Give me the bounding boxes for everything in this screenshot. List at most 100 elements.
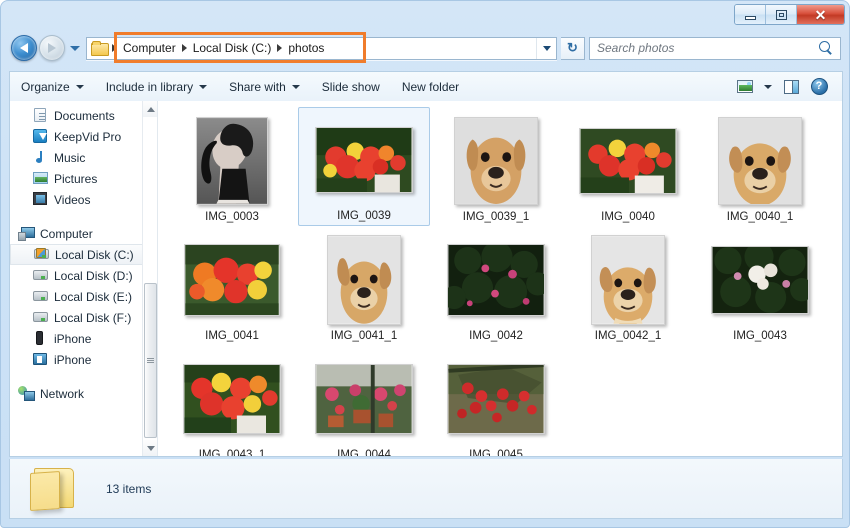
file-grid-row: IMG_0043_1 IMG_0044 IMG_0045 — [166, 345, 842, 456]
sidebar-scrollbar-thumb[interactable] — [144, 283, 157, 438]
toolbar-slide-show-button[interactable]: Slide show — [311, 75, 391, 99]
scroll-up-button[interactable] — [143, 101, 157, 117]
sidebar-item-documents[interactable]: Documents — [10, 105, 157, 126]
title-bar: ✕ — [1, 1, 849, 29]
sidebar-item-label: Network — [40, 386, 85, 401]
file-item-empty — [562, 345, 694, 456]
sidebar-item-iphone-device[interactable]: iPhone — [10, 328, 157, 349]
thumbnail-image — [184, 244, 280, 316]
chevron-down-icon — [764, 84, 772, 89]
sidebar-item-local-disk-c[interactable]: Local Disk (C:) — [10, 244, 157, 265]
sidebar-item-pictures[interactable]: Pictures — [10, 168, 157, 189]
sidebar-item-keepvid-pro[interactable]: KeepVid Pro — [10, 126, 157, 147]
breadcrumb-item-computer[interactable]: Computer — [118, 38, 181, 59]
back-button[interactable] — [11, 35, 37, 61]
sidebar-item-computer[interactable]: Computer — [10, 223, 157, 244]
change-view-dropdown-button[interactable] — [760, 76, 776, 98]
thumbnail-wrap — [183, 352, 281, 446]
search-input[interactable]: Search photos — [590, 41, 674, 55]
breadcrumb-item-local-disk-c[interactable]: Local Disk (C:) — [188, 38, 277, 59]
sidebar-item-label: Documents — [54, 108, 115, 123]
thumbnail-image — [315, 127, 413, 193]
sidebar-item-local-disk-f[interactable]: Local Disk (F:) — [10, 307, 157, 328]
file-item[interactable]: IMG_0044 — [298, 345, 430, 456]
toolbar-include-in-library-button[interactable]: Include in library — [95, 75, 218, 99]
toolbar-organize-button[interactable]: Organize — [10, 75, 95, 99]
drive-icon — [32, 289, 48, 304]
breadcrumb-item-photos[interactable]: photos — [283, 38, 329, 59]
sidebar-item-network[interactable]: Network — [10, 383, 157, 404]
toolbar-right-group: ? — [732, 76, 842, 98]
address-bar[interactable]: Computer Local Disk (C:) photos — [86, 36, 557, 60]
sidebar-item-local-disk-d[interactable]: Local Disk (D:) — [10, 265, 157, 286]
file-item[interactable]: IMG_0003 — [166, 107, 298, 226]
chevron-down-icon — [199, 84, 208, 89]
chevron-down-icon — [70, 45, 80, 51]
breadcrumb-separator-icon — [277, 44, 283, 52]
scroll-down-button[interactable] — [143, 440, 157, 456]
command-toolbar: Organize Include in library Share with S… — [9, 71, 843, 101]
minimize-button[interactable] — [735, 5, 766, 24]
maximize-icon — [775, 9, 787, 20]
sidebar-item-local-disk-e[interactable]: Local Disk (E:) — [10, 286, 157, 307]
file-item[interactable]: IMG_0040_1 — [694, 107, 826, 226]
thumbnail-image — [315, 364, 413, 434]
navigation-pane[interactable]: Documents KeepVid Pro Music Pictures Vid… — [10, 101, 158, 456]
chevron-down-icon — [542, 45, 551, 51]
breadcrumb: Computer Local Disk (C:) photos — [108, 38, 536, 59]
sidebar-scrollbar[interactable] — [142, 101, 157, 456]
chevron-down-icon — [75, 84, 84, 89]
close-button[interactable]: ✕ — [797, 5, 844, 24]
file-item[interactable]: IMG_0041 — [166, 226, 298, 345]
file-item[interactable]: IMG_0043 — [694, 226, 826, 345]
file-item[interactable]: IMG_0042_1 — [562, 226, 694, 345]
window-controls: ✕ — [734, 4, 845, 25]
drive-icon — [32, 268, 48, 283]
maximize-button[interactable] — [766, 5, 797, 24]
sidebar-item-label: Local Disk (F:) — [54, 310, 132, 325]
change-view-icon — [737, 80, 753, 93]
recent-pages-button[interactable] — [68, 45, 82, 51]
file-item[interactable]: IMG_0040 — [562, 107, 694, 226]
scroll-down-icon — [146, 445, 155, 451]
explorer-window: ✕ Computer Local Disk (C:) photos ↻ Sear… — [0, 0, 850, 528]
sidebar-item-iphone-portable[interactable]: iPhone — [10, 349, 157, 370]
sidebar-item-videos[interactable]: Videos — [10, 189, 157, 210]
forward-button[interactable] — [39, 35, 65, 61]
toolbar-item-label: New folder — [401, 79, 460, 94]
file-item[interactable]: IMG_0043_1 — [166, 345, 298, 456]
address-dropdown-button[interactable] — [536, 37, 556, 59]
address-bar-row: Computer Local Disk (C:) photos ↻ Search… — [1, 31, 849, 65]
file-item-selected[interactable]: IMG_0039 — [298, 107, 430, 226]
refresh-icon: ↻ — [567, 40, 578, 55]
thumbnail-wrap — [718, 114, 802, 208]
thumbnail-wrap — [315, 113, 413, 207]
file-list-view[interactable]: IMG_0003 IMG_0039 IMG_0039_1 IMG_0040 IM — [158, 101, 842, 456]
file-item[interactable]: IMG_0042 — [430, 226, 562, 345]
item-count-label: 13 items — [106, 481, 152, 496]
sidebar-item-label: Pictures — [54, 171, 98, 186]
chevron-down-icon — [291, 84, 300, 89]
file-grid-row: IMG_0041 IMG_0041_1 IMG_0042 IMG_0042_1 — [166, 226, 842, 345]
keepvid-icon — [32, 129, 48, 144]
file-item-empty — [694, 345, 826, 456]
toolbar-share-with-button[interactable]: Share with — [218, 75, 311, 99]
thumbnail-wrap — [447, 352, 545, 446]
preview-pane-button[interactable] — [778, 76, 804, 98]
file-name-label: IMG_0003 — [205, 211, 259, 223]
refresh-button[interactable]: ↻ — [561, 36, 585, 60]
thumbnail-wrap — [196, 114, 268, 208]
file-item[interactable]: IMG_0041_1 — [298, 226, 430, 345]
toolbar-new-folder-button[interactable]: New folder — [391, 75, 470, 99]
thumbnail-wrap — [327, 233, 401, 327]
file-item[interactable]: IMG_0039_1 — [430, 107, 562, 226]
folder-front-shape — [30, 470, 60, 511]
change-view-button[interactable] — [732, 76, 758, 98]
help-button[interactable]: ? — [806, 76, 832, 98]
computer-icon — [18, 226, 35, 241]
file-item[interactable]: IMG_0045 — [430, 345, 562, 456]
sidebar-item-music[interactable]: Music — [10, 147, 157, 168]
breadcrumb-separator-icon — [181, 44, 187, 52]
search-box[interactable]: Search photos — [589, 36, 841, 60]
file-name-label: IMG_0041 — [205, 330, 259, 342]
